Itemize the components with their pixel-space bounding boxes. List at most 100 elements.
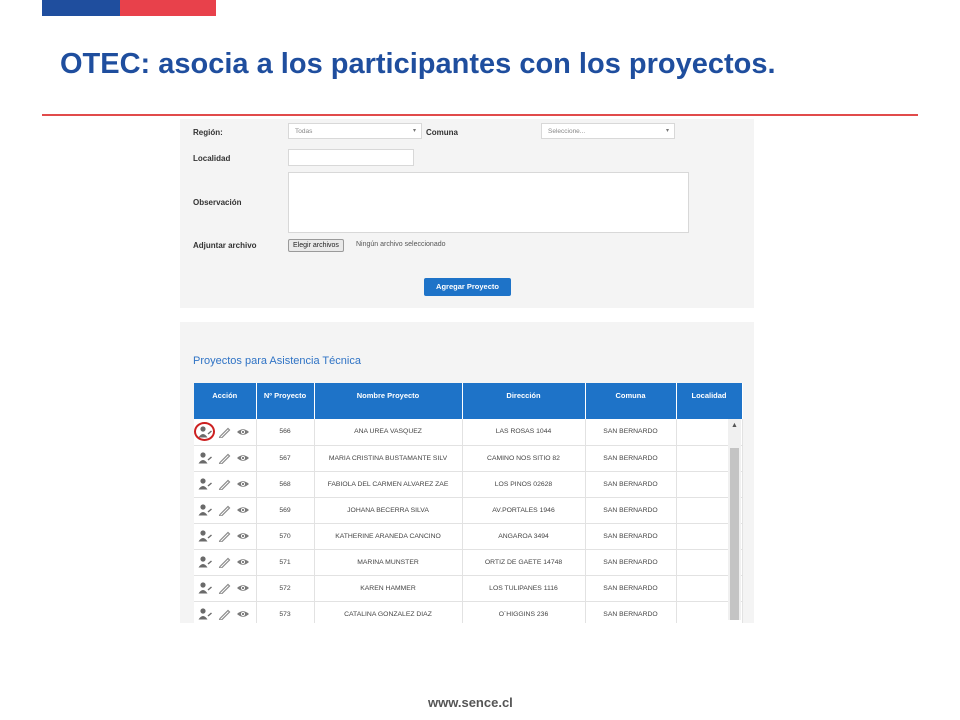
eye-icon[interactable] <box>236 608 250 620</box>
pencil-icon[interactable] <box>217 530 231 542</box>
no-file-text: Ningún archivo seleccionado <box>356 241 446 248</box>
project-name-cell: KAREN HAMMER <box>314 575 463 602</box>
comuna-cell: SAN BERNARDO <box>585 445 677 472</box>
comuna-cell: SAN BERNARDO <box>585 497 677 524</box>
project-number-cell: 566 <box>256 419 315 446</box>
comuna-cell: SAN BERNARDO <box>585 575 677 602</box>
eye-icon[interactable] <box>236 530 250 542</box>
project-name-cell: FABIOLA DEL CARMEN ALVAREZ ZAE <box>314 471 463 498</box>
column-header-nombre-proyecto[interactable]: Nombre Proyecto <box>314 383 463 419</box>
pencil-icon[interactable] <box>217 556 231 568</box>
comuna-label: Comuna <box>426 128 458 137</box>
comuna-cell: SAN BERNARDO <box>585 523 677 550</box>
address-cell: ANGAROA 3494 <box>462 523 586 550</box>
action-cell <box>194 445 257 472</box>
pencil-icon[interactable] <box>217 608 231 620</box>
eye-icon[interactable] <box>236 452 250 464</box>
address-cell: ORTIZ DE GAETE 14748 <box>462 549 586 576</box>
column-header-num-proyecto[interactable]: Nº Proyecto <box>256 383 315 419</box>
eye-icon[interactable] <box>236 426 250 438</box>
flag-bar-blue <box>42 0 120 16</box>
table-row: 571 MARINA MUNSTER ORTIZ DE GAETE 14748 … <box>194 549 743 576</box>
table-row: 570 KATHERINE ARANEDA CANCINO ANGAROA 34… <box>194 523 743 550</box>
region-select-value: Todas <box>295 128 313 135</box>
chevron-down-icon: ▾ <box>412 128 416 134</box>
project-number-cell: 572 <box>256 575 315 602</box>
flag-bar-red <box>120 0 216 16</box>
table-row: 572 KAREN HAMMER LOS TULIPANES 1116 SAN … <box>194 575 743 602</box>
user-add-icon[interactable] <box>198 504 212 516</box>
table-row: 573 CATALINA GONZALEZ DIAZ O´HIGGINS 236… <box>194 601 743 623</box>
observacion-textarea[interactable] <box>288 172 689 233</box>
region-label: Región: <box>193 128 223 137</box>
eye-icon[interactable] <box>236 504 250 516</box>
project-name-cell: CATALINA GONZALEZ DIAZ <box>314 601 463 623</box>
chevron-down-icon: ▾ <box>665 128 669 134</box>
eye-icon[interactable] <box>236 582 250 594</box>
action-cell <box>194 497 257 524</box>
project-form: Región: Todas ▾ Comuna Seleccione... ▾ L… <box>180 119 754 308</box>
scrollbar-thumb[interactable] <box>730 448 739 620</box>
table-row: 567 MARIA CRISTINA BUSTAMANTE SILV CAMIN… <box>194 445 743 472</box>
action-cell <box>194 549 257 576</box>
address-cell: LOS TULIPANES 1116 <box>462 575 586 602</box>
comuna-select[interactable]: Seleccione... ▾ <box>541 123 675 139</box>
user-add-icon[interactable] <box>198 556 212 568</box>
scroll-up-arrow-icon[interactable]: ▲ <box>731 422 738 429</box>
table-row: 568 FABIOLA DEL CARMEN ALVAREZ ZAE LOS P… <box>194 471 743 498</box>
user-add-icon[interactable] <box>198 530 212 542</box>
project-name-cell: MARINA MUNSTER <box>314 549 463 576</box>
pencil-icon[interactable] <box>217 504 231 516</box>
comuna-cell: SAN BERNARDO <box>585 601 677 623</box>
pencil-icon[interactable] <box>217 478 231 490</box>
user-add-icon[interactable] <box>198 582 212 594</box>
comuna-cell: SAN BERNARDO <box>585 549 677 576</box>
project-name-cell: ANA UREA VASQUEZ <box>314 419 463 446</box>
title-divider <box>42 114 918 116</box>
user-add-icon[interactable] <box>194 421 215 441</box>
pencil-icon[interactable] <box>217 582 231 594</box>
add-project-button[interactable]: Agregar Proyecto <box>424 278 511 296</box>
address-cell: LOS PINOS 02628 <box>462 471 586 498</box>
comuna-select-placeholder: Seleccione... <box>548 128 586 135</box>
action-cell <box>194 419 257 446</box>
project-name-cell: KATHERINE ARANEDA CANCINO <box>314 523 463 550</box>
column-header-direccion[interactable]: Dirección <box>462 383 586 419</box>
projects-table: Acción Nº Proyecto Nombre Proyecto Direc… <box>194 383 743 623</box>
table-scrollbar[interactable]: ▲ <box>728 419 741 620</box>
eye-icon[interactable] <box>236 478 250 490</box>
eye-icon[interactable] <box>236 556 250 568</box>
action-cell <box>194 575 257 602</box>
pencil-icon[interactable] <box>217 426 231 438</box>
action-cell <box>194 601 257 623</box>
slide-title: OTEC: asocia a los participantes con los… <box>60 48 776 80</box>
user-add-icon[interactable] <box>198 608 212 620</box>
project-number-cell: 567 <box>256 445 315 472</box>
comuna-cell: SAN BERNARDO <box>585 419 677 446</box>
pencil-icon[interactable] <box>217 452 231 464</box>
project-name-cell: MARIA CRISTINA BUSTAMANTE SILV <box>314 445 463 472</box>
column-header-accion[interactable]: Acción <box>194 383 257 419</box>
address-cell: O´HIGGINS 236 <box>462 601 586 623</box>
localidad-label: Localidad <box>193 154 231 163</box>
project-number-cell: 571 <box>256 549 315 576</box>
user-add-icon[interactable] <box>198 452 212 464</box>
user-add-icon[interactable] <box>198 478 212 490</box>
comuna-cell: SAN BERNARDO <box>585 471 677 498</box>
project-number-cell: 569 <box>256 497 315 524</box>
table-row: 569 JOHANA BECERRA SILVA AV.PORTALES 194… <box>194 497 743 524</box>
action-cell <box>194 471 257 498</box>
project-name-cell: JOHANA BECERRA SILVA <box>314 497 463 524</box>
screenshot-panel: Región: Todas ▾ Comuna Seleccione... ▾ L… <box>161 119 774 623</box>
adjuntar-label: Adjuntar archivo <box>193 241 257 250</box>
observacion-label: Observación <box>193 198 242 207</box>
project-number-cell: 573 <box>256 601 315 623</box>
choose-files-button[interactable]: Elegir archivos <box>288 239 344 252</box>
column-header-localidad[interactable]: Localidad <box>676 383 743 419</box>
footer-url: www.sence.cl <box>428 695 513 710</box>
table-header-row: Acción Nº Proyecto Nombre Proyecto Direc… <box>194 383 743 419</box>
column-header-comuna[interactable]: Comuna <box>585 383 677 419</box>
project-number-cell: 568 <box>256 471 315 498</box>
localidad-input[interactable] <box>288 149 414 166</box>
region-select[interactable]: Todas ▾ <box>288 123 422 139</box>
